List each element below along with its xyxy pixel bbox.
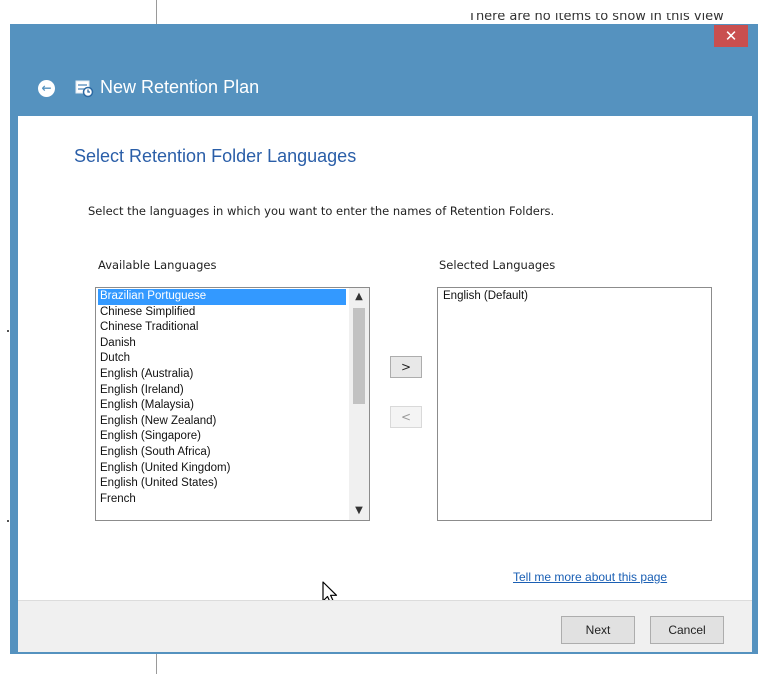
background-mark — [7, 330, 9, 332]
available-language-item[interactable]: English (United Kingdom) — [98, 461, 346, 477]
available-language-item[interactable]: English (Australia) — [98, 367, 346, 383]
background-mark — [7, 520, 9, 522]
background-divider — [156, 0, 157, 26]
available-language-item[interactable]: Danish — [98, 336, 346, 352]
next-button[interactable]: Next — [561, 616, 635, 644]
available-language-item[interactable]: Chinese Simplified — [98, 305, 346, 321]
dialog-header: ✕ ← New Retention Plan — [10, 24, 758, 116]
close-icon: ✕ — [724, 27, 738, 45]
page-title: Select Retention Folder Languages — [74, 146, 357, 166]
instructions-text: Select the languages in which you want t… — [88, 204, 555, 218]
available-language-item[interactable]: English (Malaysia) — [98, 398, 346, 414]
available-language-item[interactable]: Chinese Traditional — [98, 320, 346, 336]
selected-languages-label: Selected Languages — [439, 258, 556, 272]
new-retention-plan-dialog: ✕ ← New Retention Plan Select Retention … — [10, 24, 758, 654]
available-language-item[interactable]: Brazilian Portuguese — [98, 289, 346, 305]
dialog-content: Select Retention Folder Languages Select… — [18, 116, 752, 605]
available-language-item[interactable]: English (Singapore) — [98, 429, 346, 445]
selected-languages-list[interactable]: English (Default) — [437, 287, 712, 521]
selected-language-item[interactable]: English (Default) — [441, 289, 528, 305]
available-language-item[interactable]: English (Ireland) — [98, 383, 346, 399]
background-divider — [156, 652, 157, 674]
close-button[interactable]: ✕ — [714, 25, 748, 47]
available-language-item[interactable]: English (United States) — [98, 476, 346, 492]
remove-language-button[interactable]: < — [390, 406, 422, 428]
background-status-text: There are no items to show in this view — [468, 13, 724, 24]
available-languages-label: Available Languages — [98, 258, 217, 272]
add-language-button[interactable]: > — [390, 356, 422, 378]
available-languages-list[interactable]: Brazilian Portuguese Chinese Simplified Ch… — [95, 287, 370, 521]
dialog-title: New Retention Plan — [100, 77, 260, 97]
available-language-item[interactable]: English (New Zealand) — [98, 414, 346, 430]
available-language-item[interactable]: English (South Africa) — [98, 445, 346, 461]
chevron-down-icon[interactable]: ▼ — [349, 504, 369, 518]
back-arrow-icon: ← — [41, 81, 52, 95]
available-language-item[interactable]: Dutch — [98, 351, 346, 367]
chevron-up-icon[interactable]: ▲ — [349, 290, 369, 304]
available-language-item[interactable]: French — [98, 492, 346, 508]
dialog-footer: Next Cancel — [18, 600, 752, 652]
retention-plan-icon — [74, 78, 94, 98]
help-link[interactable]: Tell me more about this page — [513, 570, 667, 584]
scroll-thumb[interactable] — [353, 308, 365, 404]
cancel-button[interactable]: Cancel — [650, 616, 724, 644]
available-languages-scrollbar[interactable]: ▲ ▼ — [349, 288, 369, 520]
back-button[interactable]: ← — [38, 80, 55, 97]
